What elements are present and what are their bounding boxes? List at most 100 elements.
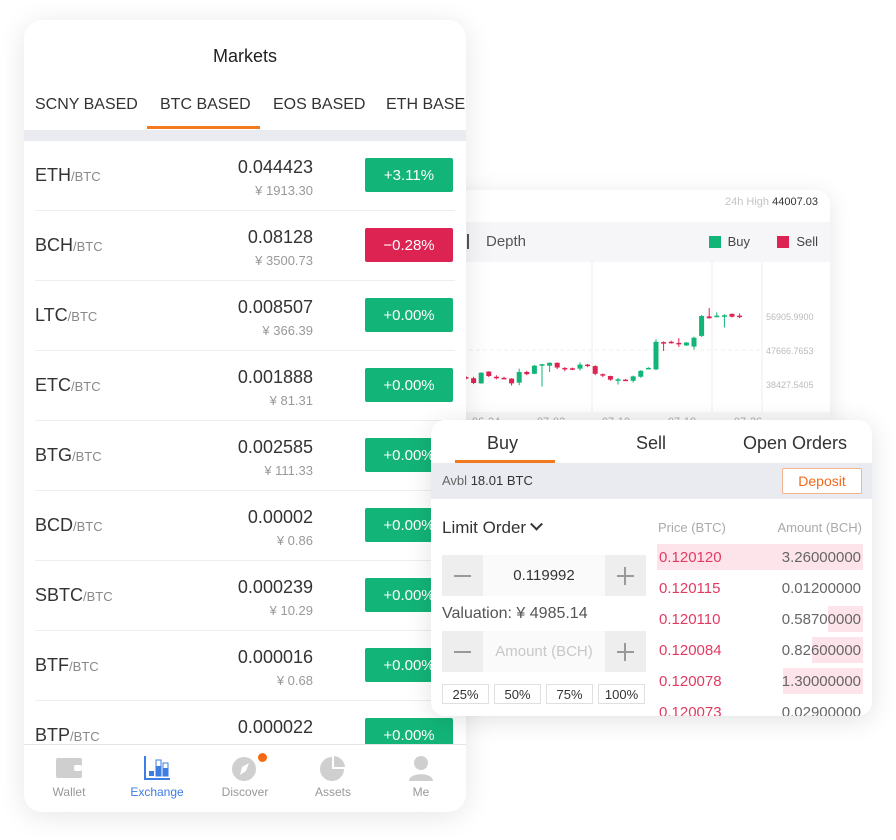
y-tick-label: 47666.7653: [766, 346, 814, 356]
nav-discover[interactable]: Discover: [201, 745, 289, 812]
change-badge[interactable]: −0.28%: [365, 228, 453, 262]
tab-depth[interactable]: Depth: [486, 233, 526, 250]
change-badge[interactable]: +3.11%: [365, 158, 453, 192]
change-badge[interactable]: +0.00%: [365, 368, 453, 402]
chevron-down-icon: [530, 517, 543, 531]
ask-amount: 0.02900000: [781, 704, 861, 716]
legend-sell-label: Sell: [796, 234, 818, 249]
candle-up: [531, 365, 537, 374]
market-row[interactable]: BTG/BTC 0.002585 ¥ 111.33 +0.00%: [35, 421, 455, 491]
kline-chart-panel: 24h High 44007.03 Depth Buy Sell 56905.9…: [420, 190, 830, 430]
amount-increase-button[interactable]: [605, 631, 646, 672]
candle-up: [630, 376, 636, 381]
ask-amount: 0.58700000: [781, 611, 861, 628]
price-increase-button[interactable]: [605, 555, 646, 596]
candle-down: [668, 341, 674, 344]
tab-buy[interactable]: Buy: [487, 433, 518, 454]
nav-exchange[interactable]: Exchange: [113, 745, 201, 812]
active-tab-indicator: [147, 126, 260, 129]
orderbook-row[interactable]: 0.120073 0.02900000: [657, 699, 863, 716]
candle-down: [661, 342, 667, 344]
last-price: 0.08128: [247, 227, 313, 247]
orderbook-row[interactable]: 0.120084 0.82600000: [657, 637, 863, 663]
price-stepper: [442, 555, 646, 596]
amount-stepper: [442, 631, 646, 672]
last-price: 0.00002: [247, 507, 313, 527]
amount-input[interactable]: [483, 631, 605, 672]
tab-eos-based[interactable]: EOS BASED: [273, 96, 365, 114]
percent-25-button[interactable]: 25%: [442, 684, 489, 704]
nav-assets[interactable]: Assets: [289, 745, 377, 812]
orderbook-row[interactable]: 0.120078 1.30000000: [657, 668, 863, 694]
tab-eth-based[interactable]: ETH BASED: [386, 96, 466, 114]
tab-open-orders[interactable]: Open Orders: [743, 433, 847, 454]
cny-price: ¥ 81.31: [269, 393, 313, 408]
legend-sell-swatch: [777, 235, 790, 248]
24h-high: 24h High 44007.03: [725, 196, 818, 208]
deposit-button[interactable]: Deposit: [782, 468, 862, 494]
candle-down: [554, 362, 560, 368]
price-input[interactable]: [483, 555, 605, 596]
candle-down: [600, 374, 606, 376]
market-row[interactable]: LTC/BTC 0.008507 ¥ 366.39 +0.00%: [35, 281, 455, 351]
pair-name: BTP/BTC: [35, 725, 100, 746]
candle-down: [471, 378, 477, 383]
orderbook-row[interactable]: 0.120120 3.26000000: [657, 544, 863, 570]
pair-name: LTC/BTC: [35, 305, 97, 326]
pair-name: BCH/BTC: [35, 235, 103, 256]
page-title: Markets: [212, 46, 277, 66]
market-row[interactable]: BTF/BTC 0.000016 ¥ 0.68 +0.00%: [35, 631, 455, 701]
tab-sell[interactable]: Sell: [636, 433, 666, 454]
notification-badge: [258, 753, 267, 762]
candlestick-chart[interactable]: 56905.990047666.765338427.540506-2407-02…: [420, 262, 830, 430]
nav-assets-label: Assets: [314, 785, 351, 799]
amount-decrease-button[interactable]: [442, 631, 483, 672]
pair-name: BTF/BTC: [35, 655, 99, 676]
ask-amount: 0.82600000: [781, 642, 861, 659]
orderbook-row[interactable]: 0.120115 0.01200000: [657, 575, 863, 601]
quote-asset: /BTC: [67, 309, 98, 324]
candle-up: [638, 370, 644, 377]
pie-chart-icon: [320, 756, 345, 781]
quote-asset: /BTC: [73, 239, 103, 254]
market-row[interactable]: ETC/BTC 0.001888 ¥ 81.31 +0.00%: [35, 351, 455, 421]
candle-down: [706, 316, 712, 319]
quote-asset: /BTC: [72, 449, 102, 464]
valuation-text: Valuation: ¥ 4985.14: [442, 605, 588, 622]
chart-tab-row: Depth Buy Sell: [420, 222, 830, 262]
tab-btc-based[interactable]: BTC BASED: [160, 96, 251, 114]
order-type-dropdown[interactable]: Limit Order: [442, 517, 543, 538]
candle-up: [653, 341, 659, 370]
cny-price: ¥ 10.29: [269, 603, 313, 618]
market-row[interactable]: SBTC/BTC 0.000239 ¥ 10.29 +0.00%: [35, 561, 455, 631]
market-row[interactable]: ETH/BTC 0.044423 ¥ 1913.30 +3.11%: [35, 141, 455, 211]
percent-50-button[interactable]: 50%: [494, 684, 541, 704]
trade-panel: Buy Sell Open Orders Avbl 18.01 BTC Depo…: [431, 420, 872, 716]
tab-scny-based[interactable]: SCNY BASED: [35, 96, 138, 114]
market-row[interactable]: BCD/BTC 0.00002 ¥ 0.86 +0.00%: [35, 491, 455, 561]
bottom-nav: Wallet Exchange Discover Assets Me: [24, 744, 466, 812]
candle-up: [615, 379, 621, 381]
percent-100-button[interactable]: 100%: [598, 684, 645, 704]
base-asset: BTF: [35, 655, 69, 675]
candle-up: [539, 364, 545, 366]
percent-75-button[interactable]: 75%: [546, 684, 593, 704]
ask-price: 0.120084: [659, 642, 722, 659]
orderbook-price-header: Price (BTC): [658, 520, 726, 535]
nav-wallet[interactable]: Wallet: [25, 745, 113, 812]
nav-me[interactable]: Me: [377, 745, 465, 812]
candle-down: [569, 368, 575, 370]
compass-icon: [232, 757, 256, 781]
section-divider: [24, 130, 466, 141]
candle-down: [524, 371, 530, 375]
price-decrease-button[interactable]: [442, 555, 483, 596]
ask-price: 0.120078: [659, 673, 722, 690]
legend-buy: Buy: [708, 234, 750, 249]
market-row[interactable]: BCH/BTC 0.08128 ¥ 3500.73 −0.28%: [35, 211, 455, 281]
cny-price: ¥ 0.68: [276, 673, 313, 688]
orderbook-row[interactable]: 0.120110 0.58700000: [657, 606, 863, 632]
base-asset: ETC: [35, 375, 71, 395]
cny-price: ¥ 3500.73: [255, 253, 313, 268]
change-badge[interactable]: +0.00%: [365, 298, 453, 332]
candle-down: [592, 366, 598, 374]
